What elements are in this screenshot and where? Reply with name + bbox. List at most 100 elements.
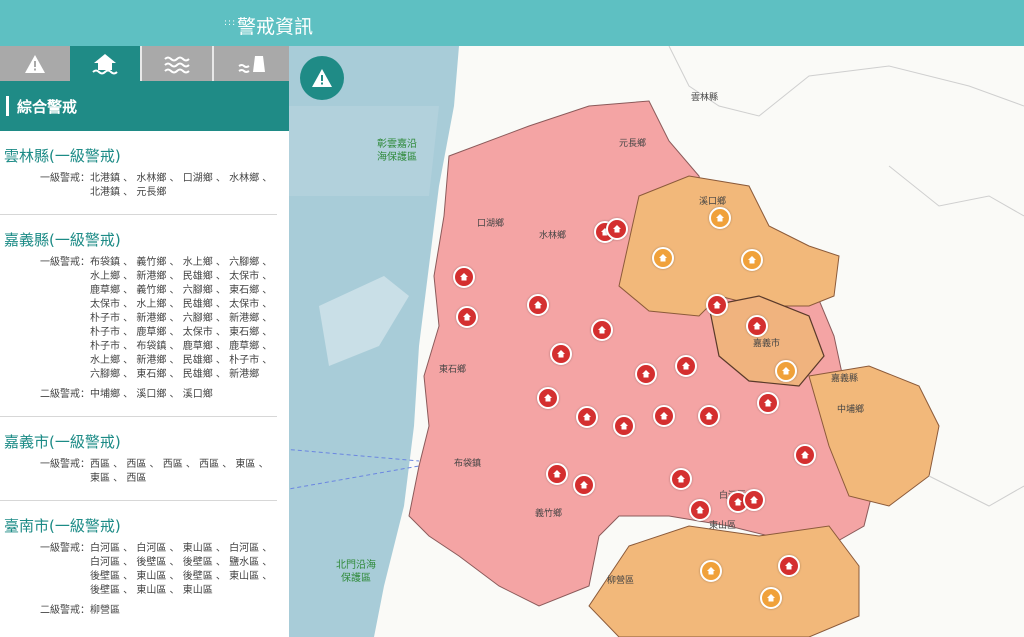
house-icon [659, 254, 667, 262]
warning-fab-button[interactable] [300, 56, 344, 100]
level1-warning-pin[interactable] [546, 463, 568, 485]
county-title[interactable]: 嘉義縣(一級警戒) [4, 215, 273, 250]
level1-warning-pin[interactable] [550, 343, 572, 365]
level1-warning-pin[interactable] [613, 415, 635, 437]
warning-level-label: 二級警戒： [40, 605, 90, 616]
map-view[interactable]: 雲林縣 嘉義市 嘉義縣 元長鄉 口湖鄉 水林鄉 溪口鄉 東石鄉 布袋鎮 中埔鄉 … [289, 46, 1024, 637]
warning-row: 二級警戒： 中埔鄉 、 溪口鄉 、 溪口鄉 [40, 388, 273, 402]
level1-warning-pin[interactable] [591, 319, 613, 341]
house-icon [463, 313, 471, 321]
level1-warning-pin[interactable] [778, 555, 800, 577]
warning-level-label: 二級警戒： [40, 389, 90, 400]
level2-warning-pin[interactable] [709, 207, 731, 229]
house-icon [677, 475, 685, 483]
section-accent-bar [6, 96, 9, 116]
county-block[interactable]: 嘉義市(一級警戒) 一級警戒： 西區 、 西區 、 西區 、 西區 、 東區 、… [0, 417, 277, 501]
dam-icon [237, 55, 265, 73]
map-label-kouhu: 口湖鄉 [477, 219, 505, 229]
town-list: 北港鎮 、 水林鄉 、 口湖鄉 、 水林鄉 、 北港鎮 、 元長鄉 [90, 173, 273, 198]
house-icon [460, 273, 468, 281]
level1-warning-pin[interactable] [698, 405, 720, 427]
level2-warning-pin[interactable] [741, 249, 763, 271]
level1-warning-pin[interactable] [653, 405, 675, 427]
house-icon [785, 562, 793, 570]
app-header: ::: 警戒資訊 [0, 0, 1024, 46]
house-icon [660, 412, 668, 420]
warning-triangle-icon [25, 54, 45, 73]
house-icon [534, 301, 542, 309]
section-header: 綜合警戒 [0, 81, 289, 131]
house-icon [750, 496, 758, 504]
level2-warning-pin[interactable] [775, 360, 797, 382]
map-label-dongshi: 東石鄉 [439, 365, 467, 375]
tab-bar [0, 46, 289, 81]
menu-dots-icon[interactable]: ::: [224, 18, 236, 28]
county-border [928, 475, 1024, 507]
warning-level-label: 一級警戒： [40, 543, 90, 554]
house-icon [580, 481, 588, 489]
level2-warning-pin[interactable] [652, 247, 674, 269]
county-title[interactable]: 嘉義市(一級警戒) [4, 417, 273, 452]
house-icon [713, 301, 721, 309]
house-icon [613, 225, 621, 233]
level1-warning-pin[interactable] [453, 266, 475, 288]
level1-warning-pin[interactable] [757, 392, 779, 414]
county-block[interactable]: 雲林縣(一級警戒) 一級警戒： 北港鎮 、 水林鄉 、 口湖鄉 、 水林鄉 、 … [0, 131, 277, 215]
house-icon [748, 256, 756, 264]
county-block[interactable]: 臺南市(一級警戒) 一級警戒： 白河區 、 白河區 、 東山區 、 白河區 、 … [0, 501, 277, 618]
house-icon [767, 594, 775, 602]
house-icon [707, 567, 715, 575]
county-border [888, 165, 1024, 217]
town-list: 柳營區 [90, 605, 120, 616]
map-label-xikou: 溪口鄉 [699, 197, 727, 207]
flood-house-icon [92, 53, 118, 74]
level1-warning-pin[interactable] [576, 406, 598, 428]
warning-list: 雲林縣(一級警戒) 一級警戒： 北港鎮 、 水林鄉 、 口湖鄉 、 水林鄉 、 … [0, 131, 289, 624]
house-icon [583, 413, 591, 421]
county-title[interactable]: 雲林縣(一級警戒) [4, 131, 273, 166]
level1-warning-pin[interactable] [794, 444, 816, 466]
level1-warning-pin[interactable] [606, 218, 628, 240]
tab-warning[interactable] [0, 46, 70, 81]
tab-flood[interactable] [70, 46, 140, 81]
level1-warning-pin[interactable] [706, 294, 728, 316]
level1-warning-pin[interactable] [456, 306, 478, 328]
house-icon [753, 322, 761, 330]
tab-dam[interactable] [214, 46, 289, 81]
map-canvas[interactable] [289, 46, 1024, 637]
warning-row: 一級警戒： 白河區 、 白河區 、 東山區 、 白河區 、 白河區 、 後壁區 … [40, 542, 273, 598]
map-label-zhongpu: 中埔鄉 [837, 405, 865, 415]
warning-row: 一級警戒： 北港鎮 、 水林鄉 、 口湖鄉 、 水林鄉 、 北港鎮 、 元長鄉 [40, 172, 273, 200]
level1-warning-pin[interactable] [635, 363, 657, 385]
warning-level-label: 一級警戒： [40, 459, 90, 470]
house-icon [716, 214, 724, 222]
warning-row: 二級警戒： 柳營區 [40, 604, 273, 618]
map-label-shuilin: 水林鄉 [539, 231, 567, 241]
level2-warning-pin[interactable] [700, 560, 722, 582]
map-label-chiayi-city: 嘉義市 [753, 339, 781, 349]
level1-warning-pin[interactable] [573, 474, 595, 496]
level2-region-xikou[interactable] [618, 175, 840, 317]
county-border [668, 46, 1024, 117]
warning-row: 一級警戒： 西區 、 西區 、 西區 、 西區 、 東區 、 東區 、 西區 [40, 458, 273, 486]
house-icon [642, 370, 650, 378]
house-icon [705, 412, 713, 420]
town-list: 中埔鄉 、 溪口鄉 、 溪口鄉 [90, 389, 213, 400]
level1-warning-pin[interactable] [689, 499, 711, 521]
level2-warning-pin[interactable] [760, 587, 782, 609]
level1-warning-pin[interactable] [675, 355, 697, 377]
town-list: 白河區 、 白河區 、 東山區 、 白河區 、 白河區 、 後壁區 、 後壁區 … [90, 543, 273, 596]
county-title[interactable]: 臺南市(一級警戒) [4, 501, 273, 536]
level1-warning-pin[interactable] [743, 489, 765, 511]
house-icon [598, 326, 606, 334]
tab-waves[interactable] [142, 46, 212, 81]
warning-triangle-icon [312, 69, 332, 87]
level1-warning-pin[interactable] [670, 468, 692, 490]
house-icon [734, 498, 742, 506]
level1-warning-pin[interactable] [537, 387, 559, 409]
county-block[interactable]: 嘉義縣(一級警戒) 一級警戒： 布袋鎮 、 義竹鄉 、 水上鄉 、 六腳鄉 、 … [0, 215, 277, 417]
level1-warning-pin[interactable] [527, 294, 549, 316]
level1-warning-pin[interactable] [746, 315, 768, 337]
waves-icon [164, 56, 190, 73]
map-label-yizhu: 義竹鄉 [535, 509, 563, 519]
